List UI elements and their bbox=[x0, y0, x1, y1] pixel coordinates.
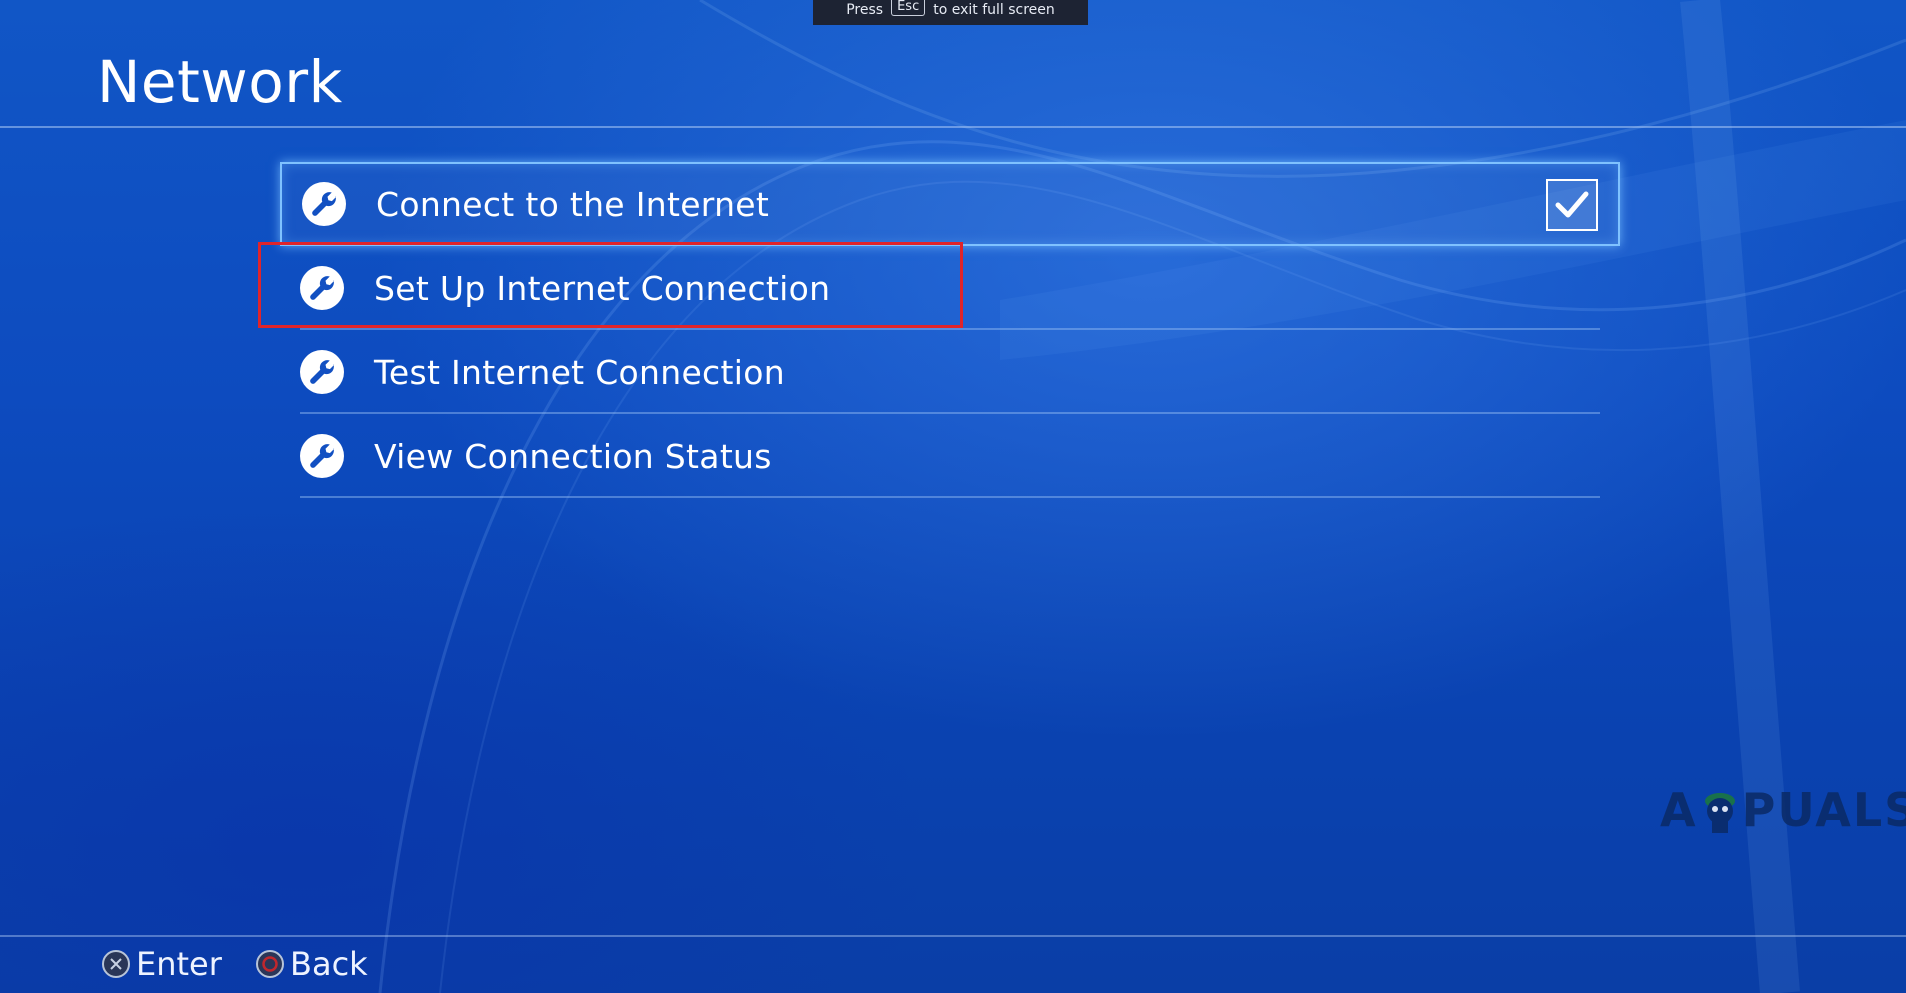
appuals-watermark: A PUALS bbox=[1660, 780, 1906, 840]
page-title: Network bbox=[97, 48, 343, 116]
annotation-highlight-box bbox=[258, 242, 963, 328]
wrench-icon bbox=[300, 350, 344, 394]
item-divider bbox=[300, 496, 1600, 498]
menu-item-connect-to-internet[interactable]: Connect to the Internet bbox=[280, 162, 1620, 246]
watermark-text-right: PUALS bbox=[1741, 783, 1906, 837]
menu-item-view-connection-status[interactable]: View Connection Status bbox=[280, 414, 1620, 498]
menu-item-test-internet-connection[interactable]: Test Internet Connection bbox=[280, 330, 1620, 414]
checkbox-checked[interactable] bbox=[1546, 179, 1598, 231]
watermark-text-left: A bbox=[1660, 783, 1698, 837]
toast-suffix: to exit full screen bbox=[933, 1, 1055, 18]
footer-divider bbox=[0, 935, 1906, 937]
fullscreen-toast: Press Esc to exit full screen bbox=[813, 0, 1088, 25]
toast-prefix: Press bbox=[846, 1, 884, 18]
wrench-icon bbox=[302, 182, 346, 226]
menu-item-label: Test Internet Connection bbox=[374, 352, 785, 392]
network-menu: Connect to the Internet Set Up Internet … bbox=[280, 162, 1620, 498]
back-hint: Back bbox=[256, 943, 368, 985]
esc-key-badge: Esc bbox=[891, 0, 926, 16]
enter-label: Enter bbox=[136, 945, 222, 983]
menu-item-label: View Connection Status bbox=[374, 436, 772, 476]
checkmark-icon bbox=[1555, 191, 1589, 218]
menu-item-label: Connect to the Internet bbox=[376, 184, 770, 224]
back-label: Back bbox=[290, 945, 368, 983]
mascot-icon bbox=[1700, 787, 1740, 833]
circle-button-icon bbox=[256, 950, 284, 978]
wrench-icon bbox=[300, 434, 344, 478]
title-divider bbox=[0, 126, 1906, 128]
enter-hint: Enter bbox=[102, 943, 222, 985]
cross-button-icon bbox=[102, 950, 130, 978]
